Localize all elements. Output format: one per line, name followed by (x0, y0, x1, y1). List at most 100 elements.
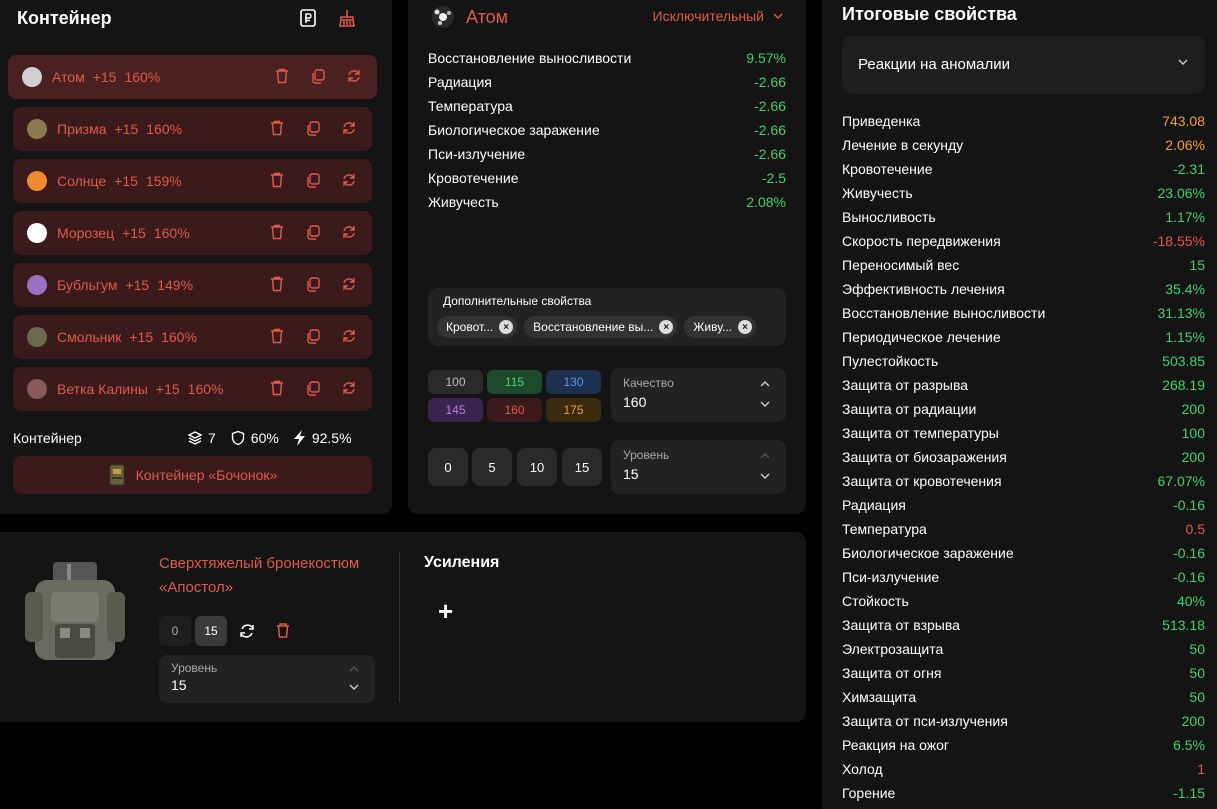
add-boost-button[interactable]: + (438, 596, 453, 627)
trash-icon[interactable] (273, 67, 291, 85)
totals-label: Защита от кровотечения (842, 473, 1002, 489)
artifact-row-name: Атом (52, 69, 85, 85)
artifact-icon (27, 119, 47, 139)
stat-value: -2.5 (761, 170, 786, 186)
totals-label: Пси-излучение (842, 569, 940, 585)
artifact-row-name: Смольник (57, 329, 122, 345)
refresh-icon[interactable] (231, 616, 263, 646)
quality-grid: 100 115 130 145 160 175 (428, 370, 601, 422)
artifact-row[interactable]: Ветка Калины +15 160% (13, 367, 372, 411)
trash-icon[interactable] (268, 223, 286, 241)
trash-icon[interactable] (267, 616, 299, 646)
artifact-row-percent: 160% (161, 329, 197, 345)
trash-icon[interactable] (268, 119, 286, 137)
artifact-row[interactable]: Призма +15 160% (13, 107, 372, 151)
copy-icon[interactable] (304, 223, 322, 241)
artifact-row-level: +15 (114, 173, 138, 189)
artifact-row[interactable]: Бубльгум +15 149% (13, 263, 372, 307)
chevron-up-icon[interactable] (349, 665, 359, 673)
chevron-up-icon[interactable] (760, 452, 770, 460)
quality-button[interactable]: 160 (487, 398, 542, 422)
totals-filter-value: Реакции на аномалии (858, 56, 1011, 73)
artifact-row[interactable]: Атом +15 160% (8, 55, 377, 99)
trash-icon[interactable] (268, 275, 286, 293)
totals-label: Защита от радиации (842, 401, 977, 417)
chevron-up-icon[interactable] (760, 380, 770, 388)
copy-icon[interactable] (304, 171, 322, 189)
ruble-doc-icon[interactable] (298, 8, 318, 28)
totals-label: Приведенка (842, 113, 921, 129)
level-button[interactable]: 0 (428, 448, 468, 486)
layers-icon (187, 431, 203, 445)
totals-label: Пулестойкость (842, 353, 939, 369)
level-button[interactable]: 5 (472, 448, 512, 486)
refresh-icon[interactable] (340, 119, 358, 137)
quality-button[interactable]: 175 (546, 398, 601, 422)
artifact-row[interactable]: Солнце +15 159% (13, 159, 372, 203)
totals-row: Защита от разрыва 268.19 (842, 373, 1205, 397)
refresh-icon[interactable] (340, 327, 358, 345)
level-select[interactable]: Уровень 15 (611, 440, 786, 494)
armor-panel: Сверхтяжелый бронекостюм «Апостол» 0 15 … (0, 532, 806, 722)
copy-icon[interactable] (304, 327, 322, 345)
property-chip[interactable]: Кровот... × (437, 316, 518, 338)
totals-value: 268.19 (1162, 377, 1205, 393)
totals-filter-dropdown[interactable]: Реакции на аномалии (842, 36, 1205, 94)
armor-level-15-button[interactable]: 15 (195, 616, 227, 646)
level-button[interactable]: 15 (562, 448, 602, 486)
totals-row: Скорость передвижения -18.55% (842, 229, 1205, 253)
close-icon[interactable]: × (659, 320, 674, 334)
armor-name: Сверхтяжелый бронекостюм «Апостол» (159, 555, 360, 596)
totals-label: Защита от пси-излучения (842, 713, 1008, 729)
totals-label: Защита от разрыва (842, 377, 969, 393)
armor-level-0-button[interactable]: 0 (159, 616, 191, 646)
copy-icon[interactable] (309, 67, 327, 85)
chevron-down-icon[interactable] (349, 683, 359, 691)
quality-select[interactable]: Качество 160 (611, 368, 786, 422)
artifact-icon (27, 223, 47, 243)
refresh-icon[interactable] (340, 223, 358, 241)
totals-value: 200 (1181, 401, 1205, 417)
property-chip[interactable]: Восстановление вы... × (524, 316, 678, 338)
refresh-icon[interactable] (340, 171, 358, 189)
totals-row: Горение -1.15 (842, 781, 1205, 805)
totals-value: 200 (1181, 449, 1205, 465)
artifact-row[interactable]: Смольник +15 160% (13, 315, 372, 359)
container-efficiency: 92.5% (311, 430, 352, 446)
close-icon[interactable]: × (738, 320, 752, 334)
quality-button[interactable]: 130 (546, 370, 601, 394)
quality-button[interactable]: 145 (428, 398, 483, 422)
property-chip[interactable]: Живу... × (684, 316, 756, 338)
stat-value: -2.66 (754, 98, 786, 114)
totals-value: 40% (1176, 593, 1205, 609)
rarity-dropdown[interactable]: Исключительный (653, 8, 784, 24)
artifact-row-name: Призма (57, 121, 107, 137)
refresh-icon[interactable] (340, 379, 358, 397)
quality-button[interactable]: 100 (428, 370, 483, 394)
container-select-button[interactable]: Контейнер «Бочонок» (13, 456, 372, 494)
trash-icon[interactable] (268, 171, 286, 189)
artifact-row[interactable]: Морозец +15 160% (13, 211, 372, 255)
artifact-icon (27, 379, 47, 399)
quality-button[interactable]: 115 (487, 370, 542, 394)
chevron-down-icon[interactable] (760, 472, 770, 480)
copy-icon[interactable] (304, 275, 322, 293)
level-button[interactable]: 10 (517, 448, 557, 486)
copy-icon[interactable] (304, 119, 322, 137)
artifact-icon (27, 275, 47, 295)
stat-value: -2.66 (754, 74, 786, 90)
artifact-detail-panel: Атом Исключительный Восстановление вынос… (408, 0, 806, 514)
close-icon[interactable]: × (499, 320, 514, 334)
trash-icon[interactable] (268, 379, 286, 397)
totals-label: Скорость передвижения (842, 233, 1001, 249)
artifact-row-name: Солнце (57, 173, 107, 189)
armor-level-select[interactable]: Уровень 15 (159, 655, 375, 703)
refresh-icon[interactable] (345, 67, 363, 85)
trash-icon[interactable] (268, 327, 286, 345)
chevron-down-icon[interactable] (760, 400, 770, 408)
broom-icon[interactable] (337, 8, 357, 28)
container-footer-label: Контейнер (13, 430, 82, 446)
copy-icon[interactable] (304, 379, 322, 397)
refresh-icon[interactable] (340, 275, 358, 293)
artifact-icon (22, 67, 42, 87)
